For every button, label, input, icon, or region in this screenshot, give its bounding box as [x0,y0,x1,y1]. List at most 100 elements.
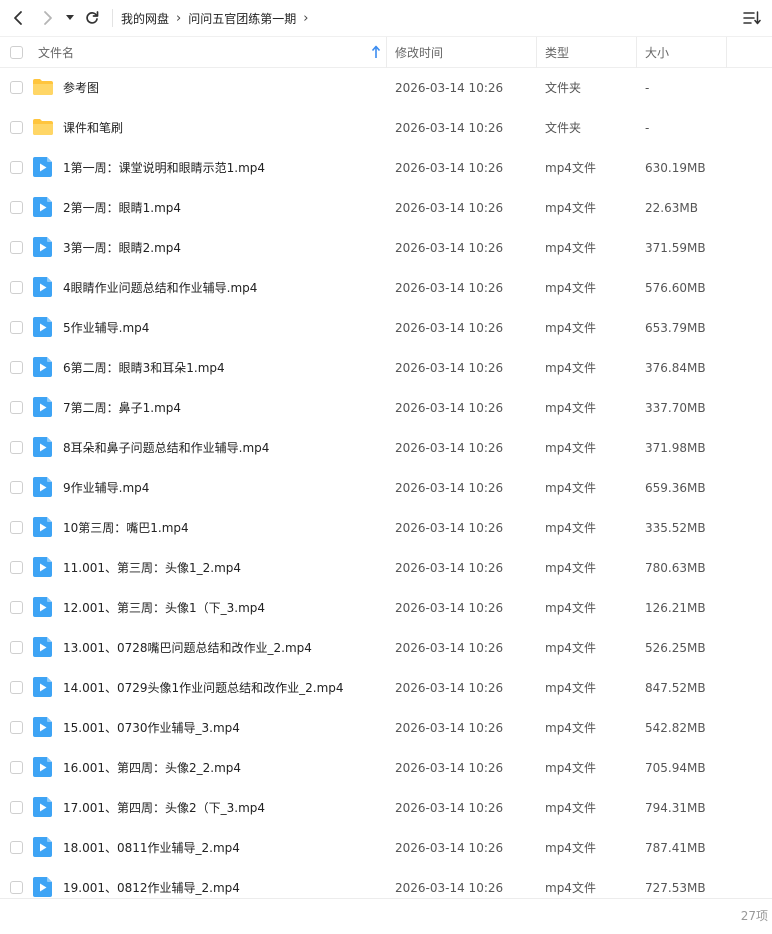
row-checkbox[interactable] [10,81,23,94]
file-name[interactable]: 6第二周：眼睛3和耳朵1.mp4 [63,348,225,388]
file-name[interactable]: 课件和笔刷 [63,108,123,148]
file-size: 847.52MB [645,681,706,695]
row-checkbox[interactable] [10,881,23,894]
file-row[interactable]: 10第三周：嘴巴1.mp4 2026-03-14 10:26 mp4文件 335.52… [0,508,772,548]
row-checkbox[interactable] [10,561,23,574]
row-checkbox[interactable] [10,401,23,414]
file-name[interactable]: 参考图 [63,68,99,108]
row-checkbox[interactable] [10,121,23,134]
file-row[interactable]: 12.001、第三周：头像1（下_3.mp4 2026-03-14 10:26 mp… [0,588,772,628]
file-name[interactable]: 5作业辅导.mp4 [63,308,149,348]
file-size: 376.84MB [645,361,706,375]
column-divider[interactable] [536,37,537,68]
file-name[interactable]: 1第一周：课堂说明和眼睛示范1.mp4 [63,148,265,188]
video-file-icon [33,637,52,657]
history-dropdown-button[interactable] [62,6,78,30]
status-bar: 27项 [0,898,772,934]
file-row[interactable]: 课件和笔刷 2026-03-14 10:26 文件夹 - [0,108,772,148]
file-row[interactable]: 参考图 2026-03-14 10:26 文件夹 - [0,68,772,108]
video-file-icon [33,877,52,897]
row-checkbox[interactable] [10,521,23,534]
file-name[interactable]: 14.001、0729头像1作业问题总结和改作业_2.mp4 [63,668,344,708]
row-checkbox[interactable] [10,201,23,214]
file-name[interactable]: 13.001、0728嘴巴问题总结和改作业_2.mp4 [63,628,312,668]
file-type: mp4文件 [545,521,596,535]
row-checkbox[interactable] [10,481,23,494]
file-name[interactable]: 3第一周：眼睛2.mp4 [63,228,181,268]
row-checkbox[interactable] [10,801,23,814]
file-row[interactable]: 1第一周：课堂说明和眼睛示范1.mp4 2026-03-14 10:26 mp4文件… [0,148,772,188]
file-type: mp4文件 [545,321,596,335]
chevron-right-icon [44,11,52,25]
file-modified: 2026-03-14 10:26 [395,481,504,495]
file-size: 337.70MB [645,401,706,415]
file-row[interactable]: 5作业辅导.mp4 2026-03-14 10:26 mp4文件 653.79MB [0,308,772,348]
file-row[interactable]: 8耳朵和鼻子问题总结和作业辅导.mp4 2026-03-14 10:26 mp4文件… [0,428,772,468]
file-name[interactable]: 17.001、第四周：头像2（下_3.mp4 [63,788,265,828]
file-size: 126.21MB [645,601,706,615]
file-name[interactable]: 15.001、0730作业辅导_3.mp4 [63,708,240,748]
video-file-icon [33,477,52,497]
file-name[interactable]: 10第三周：嘴巴1.mp4 [63,508,189,548]
header-type[interactable]: 类型 [545,37,625,68]
refresh-button[interactable] [80,6,104,30]
file-row[interactable]: 2第一周：眼睛1.mp4 2026-03-14 10:26 mp4文件 22.63MB [0,188,772,228]
file-row[interactable]: 4眼睛作业问题总结和作业辅导.mp4 2026-03-14 10:26 mp4文件 5… [0,268,772,308]
row-checkbox[interactable] [10,321,23,334]
row-checkbox[interactable] [10,681,23,694]
file-row[interactable]: 9作业辅导.mp4 2026-03-14 10:26 mp4文件 659.36MB [0,468,772,508]
row-checkbox[interactable] [10,361,23,374]
row-checkbox[interactable] [10,641,23,654]
column-divider[interactable] [636,37,637,68]
file-row[interactable]: 11.001、第三周：头像1_2.mp4 2026-03-14 10:26 mp4文… [0,548,772,588]
column-divider[interactable] [726,37,727,68]
file-modified: 2026-03-14 10:26 [395,561,504,575]
header-modified[interactable]: 修改时间 [395,37,525,68]
row-checkbox[interactable] [10,761,23,774]
row-checkbox[interactable] [10,441,23,454]
file-size: 705.94MB [645,761,706,775]
file-name[interactable]: 7第二周：鼻子1.mp4 [63,388,181,428]
breadcrumb-item-root[interactable]: 我的网盘 [121,10,169,27]
file-type: 文件夹 [545,81,582,95]
file-name[interactable]: 4眼睛作业问题总结和作业辅导.mp4 [63,268,257,308]
file-modified: 2026-03-14 10:26 [395,601,504,615]
file-name[interactable]: 2第一周：眼睛1.mp4 [63,188,181,228]
breadcrumb-item-current[interactable]: 问问五官团练第一期 [188,10,296,27]
file-row[interactable]: 17.001、第四周：头像2（下_3.mp4 2026-03-14 10:26 mp… [0,788,772,828]
file-row[interactable]: 15.001、0730作业辅导_3.mp4 2026-03-14 10:26 mp4… [0,708,772,748]
header-name[interactable]: 文件名 [38,37,378,68]
file-name[interactable]: 18.001、0811作业辅导_2.mp4 [63,828,240,868]
sort-menu-button[interactable] [742,8,762,28]
row-checkbox[interactable] [10,601,23,614]
row-checkbox[interactable] [10,281,23,294]
file-name[interactable]: 11.001、第三周：头像1_2.mp4 [63,548,241,588]
refresh-icon [86,11,99,24]
file-row[interactable]: 13.001、0728嘴巴问题总结和改作业_2.mp4 2026-03-14 10… [0,628,772,668]
file-size: 787.41MB [645,841,706,855]
select-all-checkbox[interactable] [10,46,23,59]
file-name[interactable]: 12.001、第三周：头像1（下_3.mp4 [63,588,265,628]
file-row[interactable]: 3第一周：眼睛2.mp4 2026-03-14 10:26 mp4文件 371.59M… [0,228,772,268]
breadcrumb-separator-icon: › [303,10,309,26]
file-row[interactable]: 7第二周：鼻子1.mp4 2026-03-14 10:26 mp4文件 337.70M… [0,388,772,428]
video-file-icon [33,437,52,457]
video-file-icon [33,757,52,777]
row-checkbox[interactable] [10,721,23,734]
file-modified: 2026-03-14 10:26 [395,321,504,335]
file-name[interactable]: 8耳朵和鼻子问题总结和作业辅导.mp4 [63,428,269,468]
row-checkbox[interactable] [10,161,23,174]
file-modified: 2026-03-14 10:26 [395,201,504,215]
forward-button[interactable] [36,6,60,30]
file-row[interactable]: 18.001、0811作业辅导_2.mp4 2026-03-14 10:26 mp4… [0,828,772,868]
file-row[interactable]: 6第二周：眼睛3和耳朵1.mp4 2026-03-14 10:26 mp4文件 376… [0,348,772,388]
file-name[interactable]: 9作业辅导.mp4 [63,468,149,508]
back-button[interactable] [6,6,30,30]
header-size[interactable]: 大小 [645,37,715,68]
file-name[interactable]: 16.001、第四周：头像2_2.mp4 [63,748,241,788]
column-divider[interactable] [386,37,387,68]
row-checkbox[interactable] [10,841,23,854]
file-row[interactable]: 14.001、0729头像1作业问题总结和改作业_2.mp4 2026-03-14… [0,668,772,708]
file-row[interactable]: 16.001、第四周：头像2_2.mp4 2026-03-14 10:26 mp4文… [0,748,772,788]
row-checkbox[interactable] [10,241,23,254]
